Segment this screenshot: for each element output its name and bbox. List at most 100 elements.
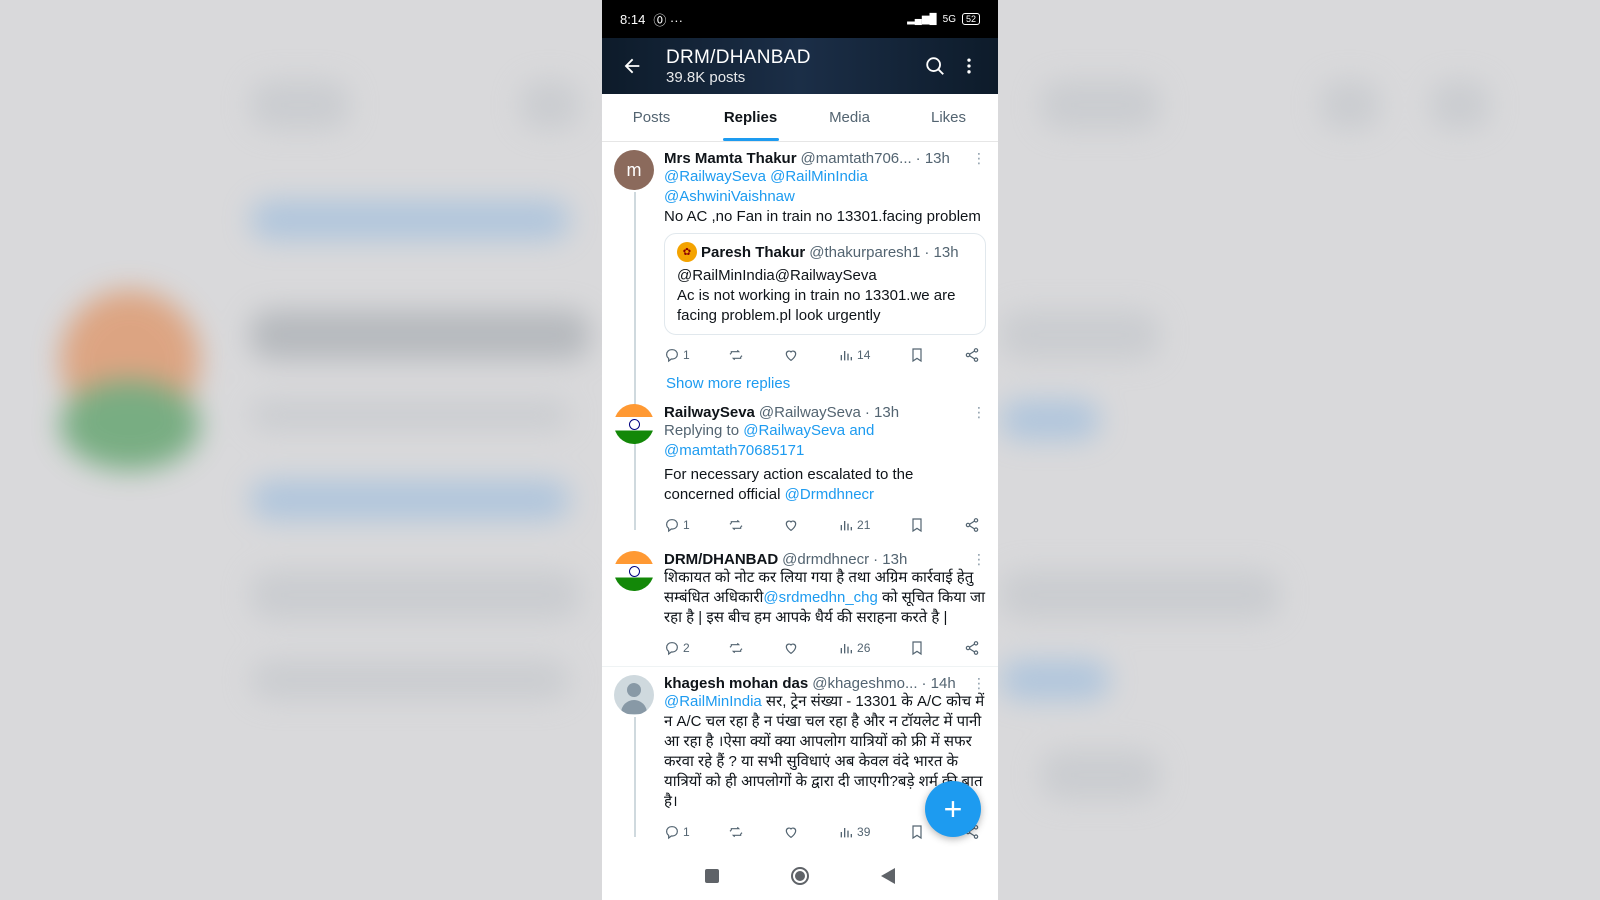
views-button[interactable]: 14 [838, 347, 870, 363]
replying-to-label: Replying to [664, 422, 740, 439]
retweet-button[interactable] [728, 824, 744, 840]
views-chart-icon [840, 644, 853, 654]
views-count: 26 [857, 641, 871, 655]
share-button[interactable] [964, 640, 980, 656]
author-handle[interactable]: @RailwaySeva [759, 404, 861, 421]
battery-icon: 52 [961, 13, 980, 25]
share-icon [965, 518, 979, 532]
views-chart-icon [840, 828, 853, 838]
status-time: 8:14 [620, 11, 646, 27]
show-more-replies-link[interactable]: Show more replies [602, 373, 998, 396]
bookmark-button[interactable] [909, 640, 925, 656]
author-handle[interactable]: @khageshmo... [812, 675, 917, 692]
status-bar: 8:14 ⓪ ··· ▂▄▆█ 5G 52 [602, 0, 998, 38]
avatar[interactable] [614, 404, 654, 444]
views-count: 21 [857, 518, 871, 532]
reply-button[interactable]: 1 [664, 517, 690, 533]
share-button[interactable] [964, 347, 980, 363]
reply-count: 1 [683, 348, 690, 362]
home-icon[interactable] [791, 867, 809, 885]
search-button[interactable] [918, 49, 952, 83]
like-button[interactable] [783, 517, 799, 533]
tweet-mention-link[interactable]: @Drmdhnecr [785, 486, 874, 503]
quoted-tweet[interactable]: ✿ Paresh Thakur @thakurparesh1 · 13h @Ra… [664, 233, 986, 335]
like-button[interactable] [783, 824, 799, 840]
compose-button[interactable]: + [925, 781, 981, 837]
tweet-mention-link[interactable]: @srdmedhn_chg [763, 589, 877, 606]
search-icon [926, 57, 944, 75]
author-handle[interactable]: @mamtath706... [801, 150, 912, 167]
retweet-button[interactable] [728, 640, 744, 656]
tab-likes[interactable]: Likes [899, 94, 998, 141]
profile-header: DRM/DHANBAD 39.8K posts [602, 38, 998, 94]
reply-button[interactable]: 2 [664, 640, 690, 656]
heart-icon [785, 520, 797, 532]
tweet-actions: 1 14 [664, 345, 986, 365]
reply-count: 1 [683, 518, 690, 532]
bookmark-button[interactable] [909, 517, 925, 533]
author-name[interactable]: DRM/DHANBAD [664, 551, 778, 568]
author-name[interactable]: khagesh mohan das [664, 675, 808, 692]
quote-line-1: @RailMinIndia@RailwaySeva [677, 267, 877, 284]
tweet-item[interactable]: m Mrs Mamta Thakur @mamtath706... · 13h … [602, 142, 998, 530]
tweet-actions: 2 26 [664, 638, 986, 658]
tweet-item[interactable]: RailwaySeva @RailwaySeva · 13h ⋮ Replyin… [602, 396, 998, 543]
back-button[interactable] [614, 48, 650, 84]
reply-button[interactable]: 1 [664, 824, 690, 840]
tab-posts[interactable]: Posts [602, 94, 701, 141]
avatar[interactable]: m [614, 150, 654, 190]
back-arrow-icon [624, 58, 640, 74]
replies-feed: m Mrs Mamta Thakur @mamtath706... · 13h … [602, 142, 998, 850]
quote-author-handle: @thakurparesh1 [809, 243, 921, 261]
recents-icon[interactable] [705, 869, 719, 883]
reply-icon [666, 349, 678, 363]
quote-avatar: ✿ [677, 242, 697, 262]
avatar[interactable] [614, 551, 654, 591]
quote-author-name: Paresh Thakur [701, 243, 806, 261]
share-button[interactable] [964, 517, 980, 533]
author-handle[interactable]: @drmdhnecr [782, 551, 869, 568]
retweet-icon [730, 349, 743, 361]
phone-screen: 8:14 ⓪ ··· ▂▄▆█ 5G 52 DRM/DHANBAD 39.8K … [602, 0, 998, 900]
views-button[interactable]: 21 [838, 517, 870, 533]
views-count: 14 [857, 348, 871, 362]
tweet-mentions[interactable]: @RailwaySeva @RailMinIndia @AshwiniVaish… [664, 167, 986, 207]
like-button[interactable] [783, 347, 799, 363]
tab-media[interactable]: Media [800, 94, 899, 141]
overflow-menu-button[interactable] [952, 49, 986, 83]
author-name[interactable]: Mrs Mamta Thakur [664, 150, 797, 167]
bookmark-icon [912, 641, 922, 656]
reply-button[interactable]: 1 [664, 347, 690, 363]
tweet-item[interactable]: DRM/DHANBAD @drmdhnecr · 13h ⋮ शिकायत को… [602, 543, 998, 667]
retweet-button[interactable] [728, 347, 744, 363]
back-triangle-icon[interactable] [881, 868, 895, 884]
bookmark-button[interactable] [909, 824, 925, 840]
signal-icon: ▂▄▆█ [907, 13, 937, 25]
views-chart-icon [840, 521, 853, 531]
heart-icon [785, 827, 797, 839]
reply-icon [666, 826, 678, 840]
views-button[interactable]: 26 [838, 640, 870, 656]
tweet-more-icon[interactable]: ⋮ [966, 675, 986, 692]
retweet-icon [730, 519, 743, 531]
tab-replies[interactable]: Replies [701, 94, 800, 141]
more-vertical-icon [967, 58, 971, 74]
avatar[interactable] [614, 675, 654, 715]
post-count: 39.8K posts [666, 68, 746, 86]
like-button[interactable] [783, 640, 799, 656]
author-name[interactable]: RailwaySeva [664, 404, 755, 421]
views-button[interactable]: 39 [838, 824, 870, 840]
tweet-mention-link[interactable]: @RailMinIndia [664, 693, 762, 710]
tweet-time: · 13h [915, 150, 950, 167]
bookmark-icon [912, 825, 922, 840]
tweet-time: · 14h [921, 675, 956, 692]
reply-icon [666, 642, 678, 656]
profile-tabs: Posts Replies Media Likes [602, 94, 998, 142]
bookmark-button[interactable] [909, 347, 925, 363]
heart-icon [785, 350, 797, 362]
tweet-more-icon[interactable]: ⋮ [966, 150, 986, 167]
flag-chakra-icon [628, 565, 640, 577]
tweet-more-icon[interactable]: ⋮ [966, 404, 986, 421]
retweet-button[interactable] [728, 517, 744, 533]
tweet-more-icon[interactable]: ⋮ [966, 551, 986, 568]
